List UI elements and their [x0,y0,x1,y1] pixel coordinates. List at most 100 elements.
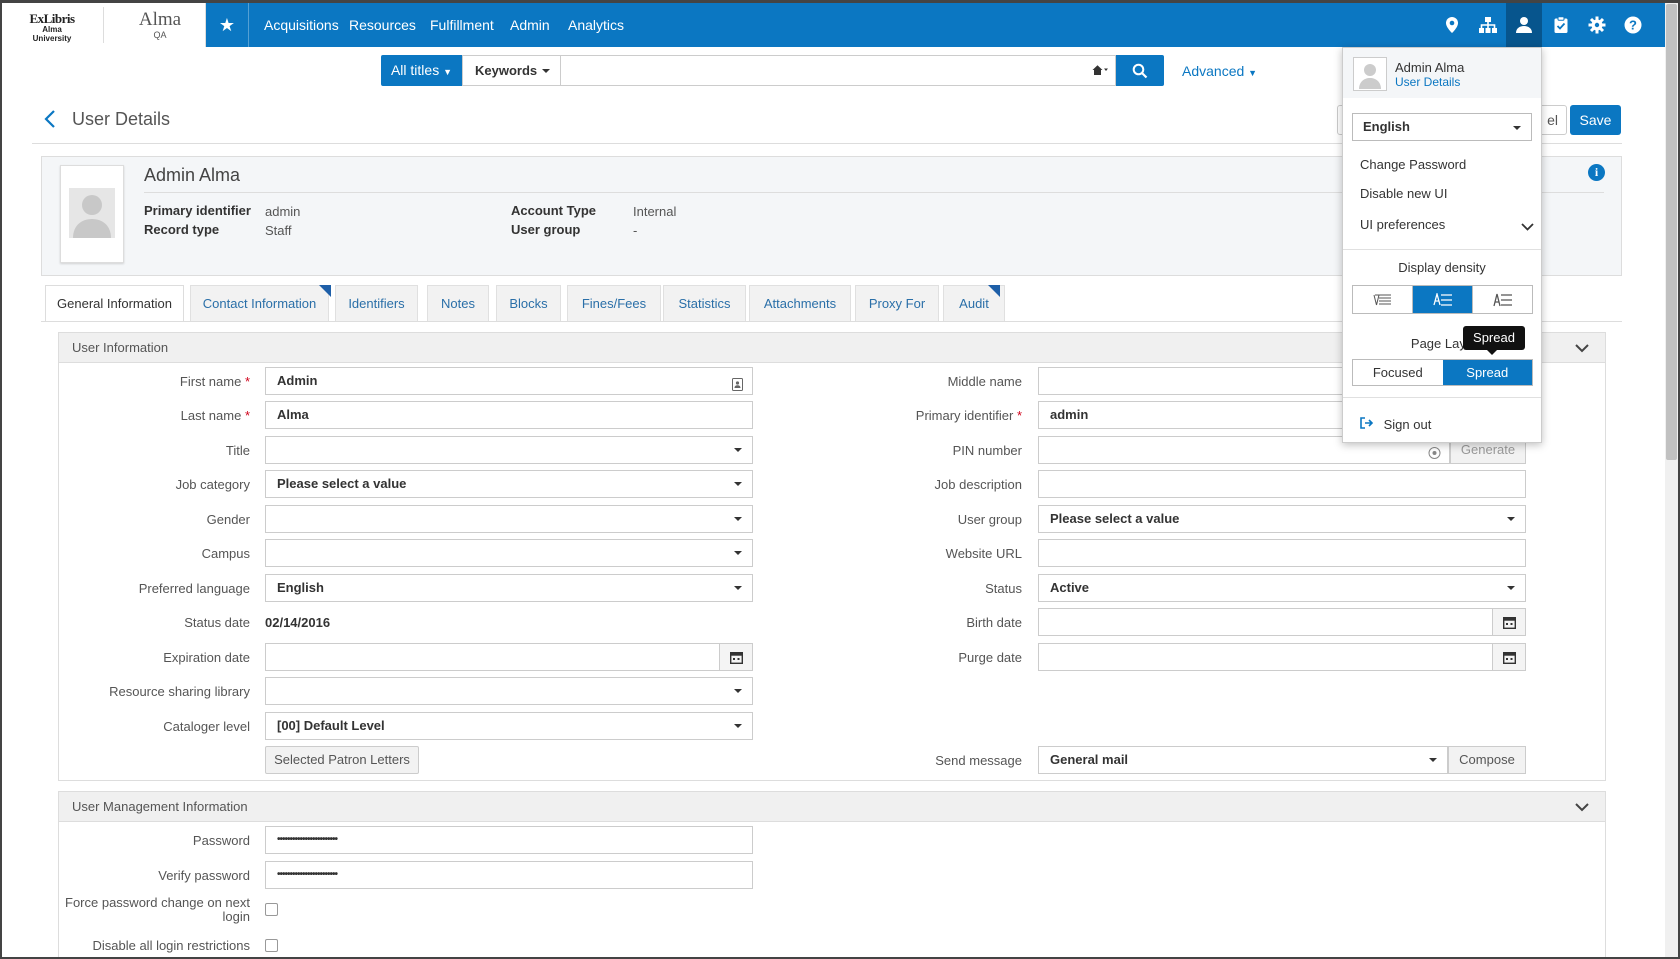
back-arrow-icon[interactable] [44,110,56,134]
status-select[interactable]: Active [1038,574,1526,602]
tab-changed-marker-icon [988,285,1000,297]
tab-blocks[interactable]: Blocks [496,285,561,321]
cataloger-level-label: Cataloger level [163,719,250,734]
force-password-change-checkbox[interactable] [265,903,278,916]
chevron-down-icon [1521,219,1534,234]
nav-analytics[interactable]: Analytics [568,3,624,47]
tab-contact-information[interactable]: Contact Information [190,285,329,321]
search-scope-dropdown[interactable]: All titles ▼ [381,55,462,86]
user-silhouette-icon [69,188,115,238]
website-url-field[interactable] [1038,539,1526,567]
search-button[interactable] [1116,55,1164,86]
send-message-select[interactable]: General mail [1038,746,1448,774]
last-name-field[interactable]: Alma [265,401,753,429]
disable-new-ui-item[interactable]: Disable new UI [1360,186,1447,201]
sitemap-icon[interactable] [1472,9,1504,41]
svg-text:?: ? [1629,18,1637,33]
preferred-language-value: English [277,580,324,595]
tab-statistics[interactable]: Statistics [663,285,746,321]
section-header[interactable]: User Management Information [59,792,1605,822]
calendar-icon[interactable] [720,643,753,671]
birth-date-input[interactable] [1038,608,1493,636]
job-description-field[interactable] [1038,470,1526,498]
purge-date-input[interactable] [1038,643,1493,671]
home-library-icon[interactable] [1091,62,1109,81]
search-icon [1132,63,1148,78]
expiration-date-input[interactable] [265,643,720,671]
tab-general-information[interactable]: General Information [45,285,184,322]
disable-login-restrictions-checkbox[interactable] [265,939,278,952]
middle-name-label: Middle name [947,374,1022,389]
density-compact-icon[interactable] [1353,286,1413,313]
job-category-select[interactable]: Please select a value [265,470,753,498]
eye-icon[interactable] [1428,443,1441,469]
density-normal-icon[interactable] [1413,286,1473,313]
search-input[interactable] [561,55,1116,86]
job-description-label: Job description [934,477,1022,492]
preferred-language-select[interactable]: English [265,574,753,602]
advanced-label: Advanced [1182,63,1245,79]
layout-focused-button[interactable]: Focused [1353,360,1443,385]
tab-identifiers[interactable]: Identifiers [335,285,418,321]
scrollbar-thumb[interactable] [1666,4,1677,460]
primary-identifier-value: admin [265,204,301,219]
user-group-value: - [633,223,638,238]
gender-select[interactable] [265,505,753,533]
exlibris-logo: ExLibris Alma University [22,12,82,43]
password-field[interactable]: •••••••••••••••••••••••• [265,826,753,854]
logo-area: ExLibris Alma University Alma QA [3,3,206,47]
location-pin-icon[interactable] [1436,9,1468,41]
record-type-label: Record type [144,222,220,237]
density-comfortable-icon[interactable] [1473,286,1532,313]
settings-gear-icon[interactable] [1581,9,1613,41]
resource-sharing-library-select[interactable] [265,677,753,705]
title-select[interactable] [265,436,753,464]
compose-button[interactable]: Compose [1448,746,1526,774]
chevron-down-icon[interactable] [1575,800,1589,815]
nav-resources[interactable]: Resources [349,3,416,47]
calendar-icon[interactable] [1493,608,1526,636]
selected-patron-letters-button[interactable]: Selected Patron Letters [265,746,419,774]
cataloger-level-select[interactable]: [00] Default Level [265,712,753,740]
tab-proxy-for[interactable]: Proxy For [855,285,939,321]
first-name-field[interactable]: Admin [265,367,753,395]
advanced-search-link[interactable]: Advanced ▼ [1182,63,1257,79]
language-select[interactable]: English [1352,113,1532,141]
search-field-dropdown[interactable]: Keywords [462,55,561,86]
tab-notes[interactable]: Notes [427,285,489,321]
layout-spread-button[interactable]: Spread [1442,360,1532,385]
nav-admin[interactable]: Admin [510,3,550,47]
ui-preferences-toggle[interactable]: UI preferences [1360,217,1540,232]
campus-select[interactable] [265,539,753,567]
favorites-star-icon[interactable]: ★ [206,3,249,47]
save-button[interactable]: Save [1570,105,1621,135]
tab-fines-fees[interactable]: Fines/Fees [567,285,661,321]
spread-tooltip: Spread [1463,326,1525,355]
tasks-clipboard-icon[interactable] [1545,9,1577,41]
caret-down-icon [1507,517,1515,521]
verify-password-field[interactable]: •••••••••••••••••••••••• [265,861,753,889]
sign-out-item[interactable]: Sign out [1360,417,1431,432]
user-group-select[interactable]: Please select a value [1038,505,1526,533]
help-icon[interactable]: ? [1617,9,1649,41]
caret-down-icon [1507,586,1515,590]
primary-identifier-field-label: Primary identifier * [915,408,1022,423]
caret-down-icon [1429,758,1437,762]
nav-fulfillment[interactable]: Fulfillment [430,3,494,47]
user-name: Admin Alma [144,165,241,185]
tab-attachments[interactable]: Attachments [749,285,851,321]
nav-acquisitions[interactable]: Acquisitions [264,3,339,47]
display-density-toggle [1352,285,1533,314]
change-password-item[interactable]: Change Password [1360,157,1466,172]
user-silhouette-icon [1359,64,1381,89]
send-message-value: General mail [1050,752,1129,767]
sign-out-label: Sign out [1383,417,1432,432]
alma-logo[interactable]: Alma QA [115,10,205,41]
calendar-icon[interactable] [1493,643,1526,671]
caret-down-icon [734,724,742,728]
avatar [60,165,124,263]
user-details-link[interactable]: User Details [1395,75,1460,89]
chevron-down-icon[interactable] [1575,341,1589,356]
user-menu-icon[interactable] [1506,3,1542,47]
info-icon[interactable]: i [1588,164,1605,181]
